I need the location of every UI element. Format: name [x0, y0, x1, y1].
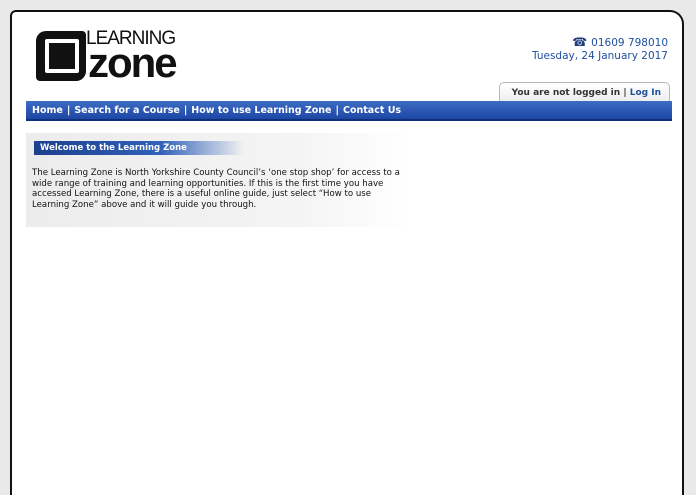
login-status-tab: You are not logged in | Log In	[498, 82, 670, 103]
log-in-link[interactable]: Log In	[630, 88, 661, 98]
logo-word-bottom: zone	[88, 39, 178, 86]
phone-line: ☎ 01609 798010	[532, 36, 668, 50]
page-frame: LEARNING zone ☎ 01609 798010 Tuesday, 24 …	[10, 10, 684, 495]
nav-separator: |	[66, 104, 71, 116]
contact-info: ☎ 01609 798010 Tuesday, 24 January 2017	[532, 36, 668, 63]
welcome-panel: Welcome to the Learning Zone The Learnin…	[26, 133, 412, 227]
nav-separator: |	[183, 104, 188, 116]
logo-mark	[36, 31, 86, 81]
phone-number: 01609 798010	[591, 37, 668, 49]
logo-inner-square	[45, 39, 79, 73]
nav-search-course[interactable]: Search for a Course	[74, 105, 180, 116]
phone-icon: ☎	[572, 35, 588, 49]
nav-home[interactable]: Home	[32, 105, 63, 116]
nav-separator: |	[335, 104, 339, 116]
login-status: You are not logged in	[511, 88, 621, 98]
nav-how-to-use[interactable]: How to use Learning Zone	[191, 105, 331, 116]
nav-contact-us[interactable]: Contact Us	[343, 105, 401, 116]
welcome-text: The Learning Zone is North Yorkshire Cou…	[32, 168, 400, 210]
login-separator: |	[623, 88, 627, 98]
learning-zone-logo[interactable]: LEARNING zone	[36, 29, 196, 87]
welcome-title: Welcome to the Learning Zone	[34, 141, 244, 155]
main-navigation: Home | Search for a Course | How to use …	[26, 101, 672, 121]
current-date: Tuesday, 24 January 2017	[532, 50, 668, 62]
